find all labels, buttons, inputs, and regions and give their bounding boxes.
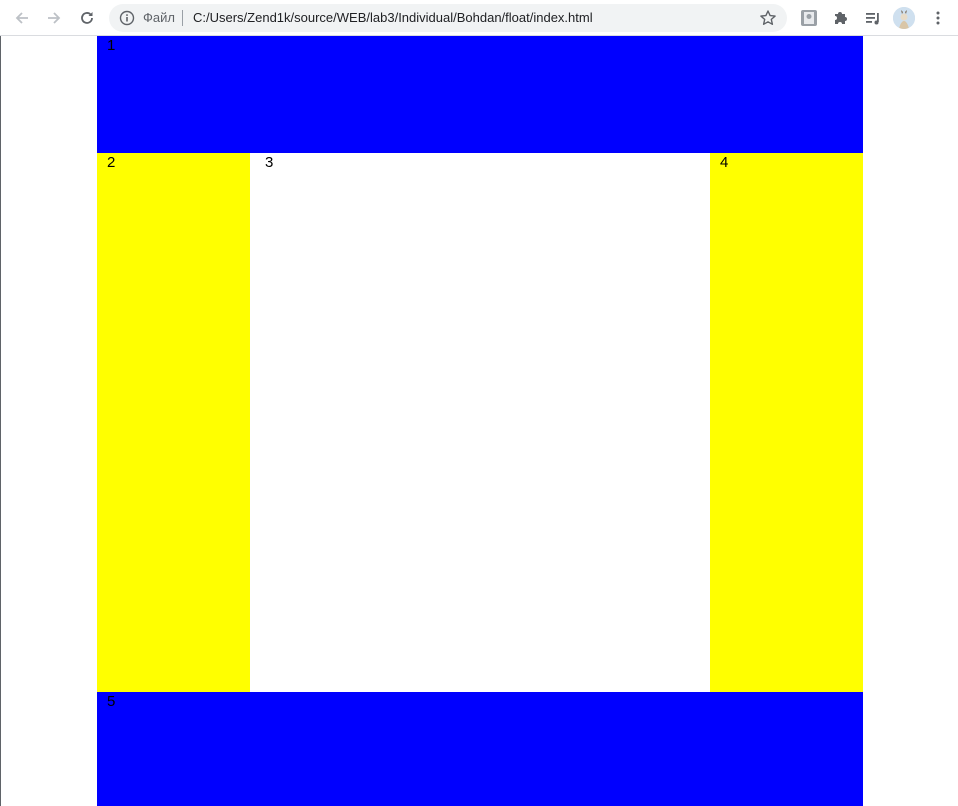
footer-block: 5 [97, 692, 863, 806]
block-label-3: 3 [265, 154, 274, 171]
omnibox-divider [182, 10, 183, 26]
left-sidebar-block: 2 [97, 153, 250, 692]
block-label-4: 4 [720, 154, 729, 171]
back-arrow-icon [15, 12, 28, 24]
block-label-5: 5 [107, 693, 116, 710]
block-label-2: 2 [107, 154, 116, 171]
info-icon[interactable] [119, 10, 135, 26]
window-edge [0, 36, 1, 806]
scheme-label: Файл [143, 10, 175, 25]
header-block: 1 [97, 36, 863, 153]
address-bar[interactable]: Файл C:/Users/Zend1k/source/WEB/lab3/Ind… [109, 4, 787, 32]
back-button[interactable] [10, 6, 34, 30]
kebab-menu-icon [936, 11, 940, 25]
puzzle-extensions-icon [835, 12, 847, 24]
profile-picture-icon [893, 7, 915, 29]
media-queue-icon [866, 13, 879, 25]
media-queue-button[interactable] [861, 6, 885, 30]
main-content-block: 3 [250, 153, 710, 692]
block-label-1: 1 [107, 37, 116, 54]
menu-button[interactable] [926, 6, 950, 30]
extensions-button[interactable] [829, 6, 853, 30]
forward-arrow-icon [48, 12, 61, 24]
browser-toolbar: Файл C:/Users/Zend1k/source/WEB/lab3/Ind… [0, 0, 958, 36]
bookmark-star-icon[interactable] [759, 9, 777, 27]
right-sidebar-block: 4 [710, 153, 863, 692]
forward-button[interactable] [42, 6, 66, 30]
url-text[interactable]: C:/Users/Zend1k/source/WEB/lab3/Individu… [193, 4, 593, 32]
avatar[interactable] [893, 7, 915, 29]
reload-button[interactable] [75, 6, 99, 30]
extension-profile-icon [801, 10, 817, 26]
reload-icon [81, 12, 93, 24]
extension-profile-button[interactable] [797, 6, 821, 30]
